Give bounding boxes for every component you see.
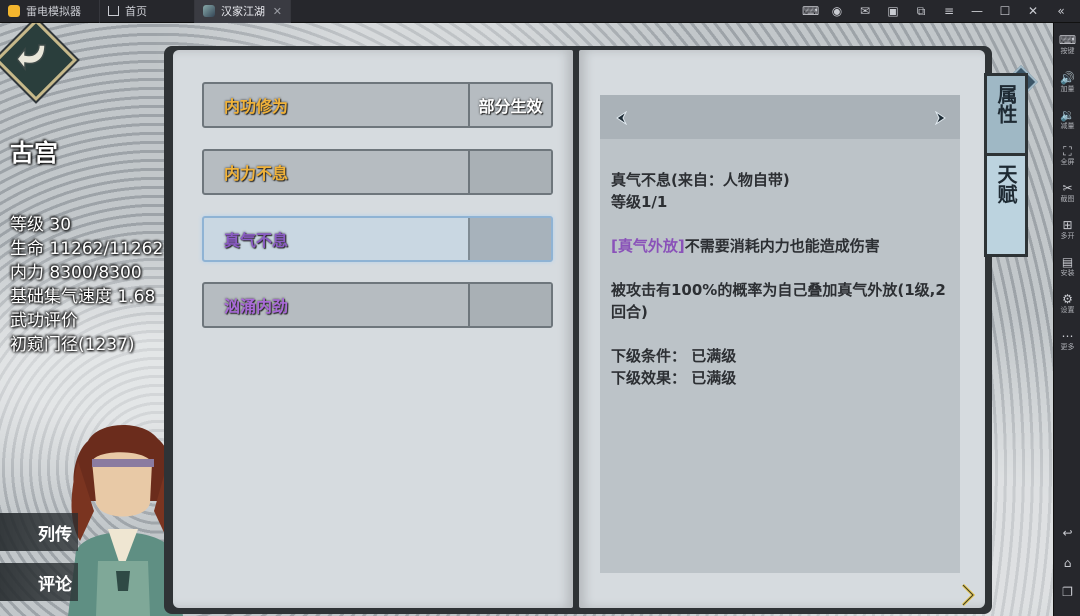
close-tab-icon[interactable]: ✕	[273, 5, 282, 18]
tab-home-label: 首页	[125, 5, 147, 18]
skill-status	[468, 151, 551, 193]
gamepad-icon[interactable]: ⌨	[802, 4, 819, 18]
skill-detail-text: 真气不息(来自：人物自带) 等级1/1 [真气外放]不需要消耗内力也能造成伤害 …	[611, 169, 956, 389]
window-controls: ⌨ ◉ ✉ ▣ ⧉ ≡ — ☐ ✕ «	[802, 4, 1080, 19]
emulator-logo-icon	[8, 5, 20, 17]
pin-icon[interactable]: ⧉	[914, 4, 928, 19]
sidebar-label: 减量	[1060, 122, 1075, 130]
sidebar-item-volume-up[interactable]: 🔊 加量	[1054, 71, 1080, 94]
more-icon: ⋯	[1061, 329, 1074, 343]
sidebar-item-install[interactable]: ▤ 安装	[1054, 255, 1080, 278]
detail-title: 真气不息(来自：人物自带)	[611, 171, 790, 189]
sidebar-label: 按键	[1060, 47, 1075, 55]
emulator-sidebar: ⌨ 按键 🔊 加量 🔉 减量 ⛶ 全屏 ✂ 截图 ⊞ 多开 ▤ 安装 ⚙ 设置 …	[1053, 23, 1080, 616]
android-recents-button[interactable]: ❐	[1054, 585, 1080, 599]
stat-hp: 生命 11262/11262	[10, 239, 164, 259]
skill-name: 真气不息	[224, 231, 289, 250]
tab-game-label: 汉家江湖	[221, 5, 265, 18]
recents-icon: ❐	[1062, 585, 1073, 599]
sidebar-item-settings[interactable]: ⚙ 设置	[1054, 292, 1080, 315]
skill-row-xiongyong[interactable]: 汹涌内劲	[202, 282, 553, 328]
sidebar-item-fullscreen[interactable]: ⛶ 全屏	[1054, 144, 1080, 167]
tab-home[interactable]: 首页	[100, 0, 195, 23]
back-arrow-icon	[17, 44, 46, 71]
sidebar-item-keyboard[interactable]: ⌨ 按键	[1054, 33, 1080, 56]
emulator-titlebar: 雷电模拟器 首页 汉家江湖 ✕ ⌨ ◉ ✉ ▣ ⧉ ≡ — ☐ ✕ «	[0, 0, 1080, 23]
sidebar-item-screenshot[interactable]: ✂ 截图	[1054, 181, 1080, 204]
skill-row-zhenqi[interactable]: 真气不息	[202, 216, 553, 262]
tab-talent[interactable]: 天赋	[984, 153, 1028, 257]
detail-next-effect: 下级效果： 已满级	[611, 369, 737, 387]
stat-rating-label: 武功评价	[10, 311, 78, 331]
comment-button[interactable]: 评论	[0, 563, 78, 601]
apk-install-icon: ▤	[1061, 255, 1074, 269]
skin-icon[interactable]: ▣	[886, 4, 900, 18]
sidebar-label: 安装	[1060, 269, 1075, 277]
account-icon[interactable]: ◉	[830, 4, 844, 18]
volume-up-icon: 🔊	[1060, 71, 1075, 85]
mail-icon[interactable]: ✉	[858, 4, 872, 18]
fullscreen-icon: ⛶	[1063, 144, 1072, 158]
game-screen: 古宫 等级 30 生命 11262/11262 内力 8300/8300 基础集…	[0, 23, 1053, 616]
detail-effect: [真气外放]不需要消耗内力也能造成伤害	[611, 235, 956, 257]
prev-skill-icon[interactable]	[614, 111, 628, 125]
home-icon: ⌂	[1063, 556, 1072, 570]
keyboard-icon: ⌨	[1058, 33, 1077, 47]
tab-game[interactable]: 汉家江湖 ✕	[195, 0, 291, 23]
character-name: 古宫	[10, 139, 58, 167]
skill-status: 部分生效	[468, 84, 551, 126]
next-skill-icon[interactable]	[934, 111, 948, 125]
sidebar-item-multi[interactable]: ⊞ 多开	[1054, 218, 1080, 241]
android-back-button[interactable]: ↩	[1054, 526, 1080, 540]
minimize-icon[interactable]: —	[970, 4, 984, 18]
skill-row-neigong[interactable]: 内功修为 部分生效	[202, 82, 553, 128]
biography-button[interactable]: 列传	[0, 513, 78, 551]
menu-icon[interactable]: ≡	[942, 4, 956, 18]
skill-detail-header	[600, 95, 960, 139]
detail-effect-text: 不需要消耗内力也能造成伤害	[684, 237, 880, 255]
detail-next-condition: 下级条件： 已满级	[611, 347, 737, 365]
next-page-icon[interactable]	[960, 583, 976, 607]
tab-talent-label: 天赋	[994, 164, 1018, 204]
home-icon	[108, 6, 119, 16]
scissors-icon: ✂	[1062, 181, 1073, 195]
stat-level: 等级 30	[10, 215, 72, 235]
skill-row-neili[interactable]: 内力不息	[202, 149, 553, 195]
emulator-name: 雷电模拟器	[26, 5, 81, 18]
sidebar-label: 多开	[1060, 232, 1075, 240]
skill-status	[468, 284, 551, 326]
emulator-logo-tab[interactable]: 雷电模拟器	[0, 0, 100, 23]
sidebar-label: 全屏	[1060, 158, 1075, 166]
game-icon	[203, 5, 215, 17]
stat-rating-value: 初窥门径(1237)	[10, 335, 135, 355]
skill-status	[468, 218, 551, 260]
detail-passive: 被攻击有100%的概率为自己叠加真气外放(1级,2回合)	[611, 281, 946, 321]
detail-effect-tag: [真气外放]	[611, 237, 685, 255]
volume-down-icon: 🔉	[1060, 108, 1075, 122]
maximize-icon[interactable]: ☐	[998, 4, 1012, 18]
close-window-icon[interactable]: ✕	[1026, 4, 1040, 18]
sidebar-item-volume-down[interactable]: 🔉 减量	[1054, 108, 1080, 131]
settings-icon: ⚙	[1062, 292, 1073, 306]
collapse-sidebar-icon[interactable]: «	[1054, 4, 1068, 18]
stat-mp: 内力 8300/8300	[10, 263, 142, 283]
stat-charge-speed: 基础集气速度 1.68	[10, 287, 156, 307]
comment-label: 评论	[38, 574, 72, 595]
biography-label: 列传	[38, 524, 72, 545]
sidebar-label: 设置	[1060, 306, 1075, 314]
tab-attributes-label: 属性	[994, 84, 1018, 124]
skill-name: 汹涌内劲	[224, 297, 289, 316]
sidebar-item-more[interactable]: ⋯ 更多	[1054, 329, 1080, 352]
skill-name: 内力不息	[224, 164, 289, 183]
sidebar-label: 截图	[1060, 195, 1075, 203]
android-home-button[interactable]: ⌂	[1054, 556, 1080, 570]
character-stats: 等级 30 生命 11262/11262 内力 8300/8300 基础集气速度…	[10, 213, 163, 357]
sidebar-label: 更多	[1060, 343, 1075, 351]
book-left-page	[173, 50, 573, 608]
skill-name: 内功修为	[224, 97, 289, 116]
back-icon: ↩	[1062, 526, 1073, 540]
detail-level: 等级1/1	[611, 193, 668, 211]
sidebar-label: 加量	[1060, 85, 1075, 93]
multi-open-icon: ⊞	[1062, 218, 1073, 232]
